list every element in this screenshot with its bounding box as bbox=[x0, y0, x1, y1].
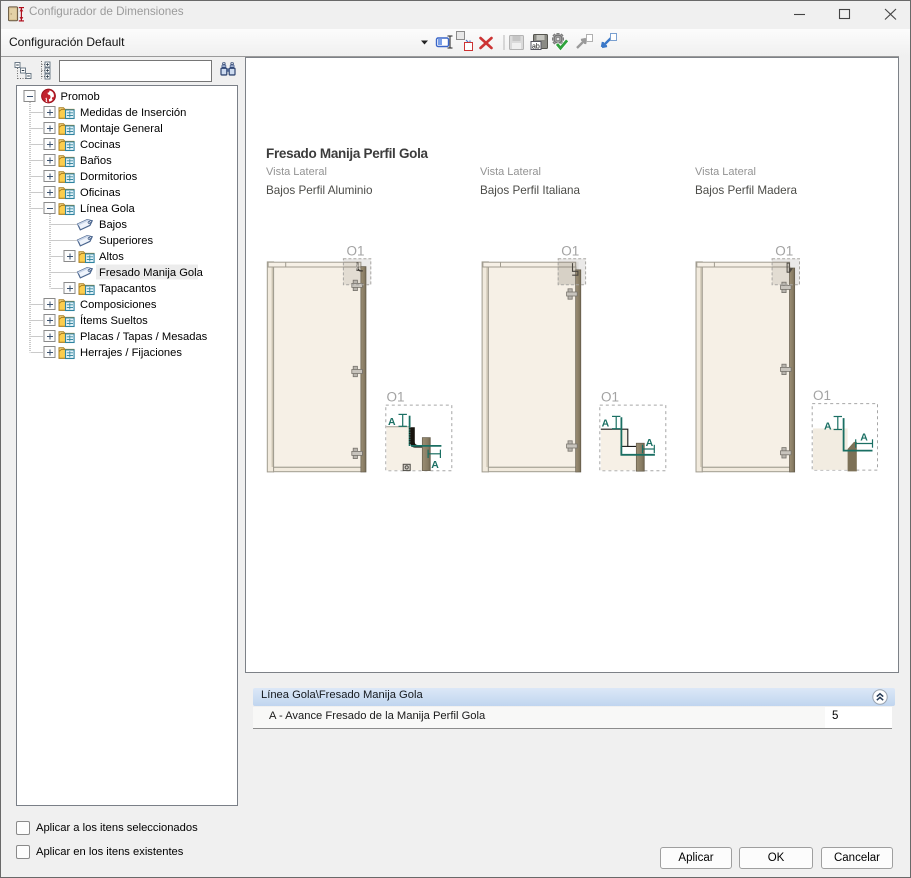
svg-text:O1: O1 bbox=[561, 244, 579, 259]
svg-text:A: A bbox=[860, 432, 868, 444]
svg-text:Línea Gola: Línea Gola bbox=[80, 203, 136, 215]
svg-text:O1: O1 bbox=[775, 244, 793, 259]
svg-text:Fresado Manija Gola: Fresado Manija Gola bbox=[99, 267, 204, 279]
svg-text:Ítems Sueltos: Ítems Sueltos bbox=[80, 314, 148, 327]
svg-text:Oficinas: Oficinas bbox=[80, 187, 121, 199]
svg-text:A: A bbox=[388, 416, 396, 428]
svg-text:A: A bbox=[431, 459, 439, 471]
svg-text:Tapacantos: Tapacantos bbox=[99, 283, 157, 295]
svg-text:Placas / Tapas / Mesadas: Placas / Tapas / Mesadas bbox=[80, 331, 208, 343]
svg-text:Altos: Altos bbox=[99, 251, 124, 263]
svg-text:Montaje General: Montaje General bbox=[80, 123, 163, 135]
svg-text:A: A bbox=[602, 418, 610, 430]
svg-text:O1: O1 bbox=[813, 388, 831, 403]
svg-text:A: A bbox=[824, 421, 832, 433]
svg-text:Medidas de Inserción: Medidas de Inserción bbox=[80, 107, 186, 119]
svg-text:Promob: Promob bbox=[61, 91, 100, 103]
svg-text:ab: ab bbox=[532, 44, 540, 51]
svg-text:O1: O1 bbox=[387, 390, 405, 405]
svg-text:Composiciones: Composiciones bbox=[80, 299, 157, 311]
svg-text:Herrajes / Fijaciones: Herrajes / Fijaciones bbox=[80, 347, 182, 359]
svg-text:Bajos: Bajos bbox=[99, 219, 127, 231]
svg-text:Baños: Baños bbox=[80, 155, 112, 167]
svg-text:Dormitorios: Dormitorios bbox=[80, 171, 138, 183]
svg-text:A: A bbox=[646, 437, 654, 449]
svg-text:Cocinas: Cocinas bbox=[80, 139, 121, 151]
svg-text:Superiores: Superiores bbox=[99, 235, 154, 247]
svg-text:O1: O1 bbox=[601, 390, 619, 405]
svg-text:O1: O1 bbox=[347, 244, 365, 259]
